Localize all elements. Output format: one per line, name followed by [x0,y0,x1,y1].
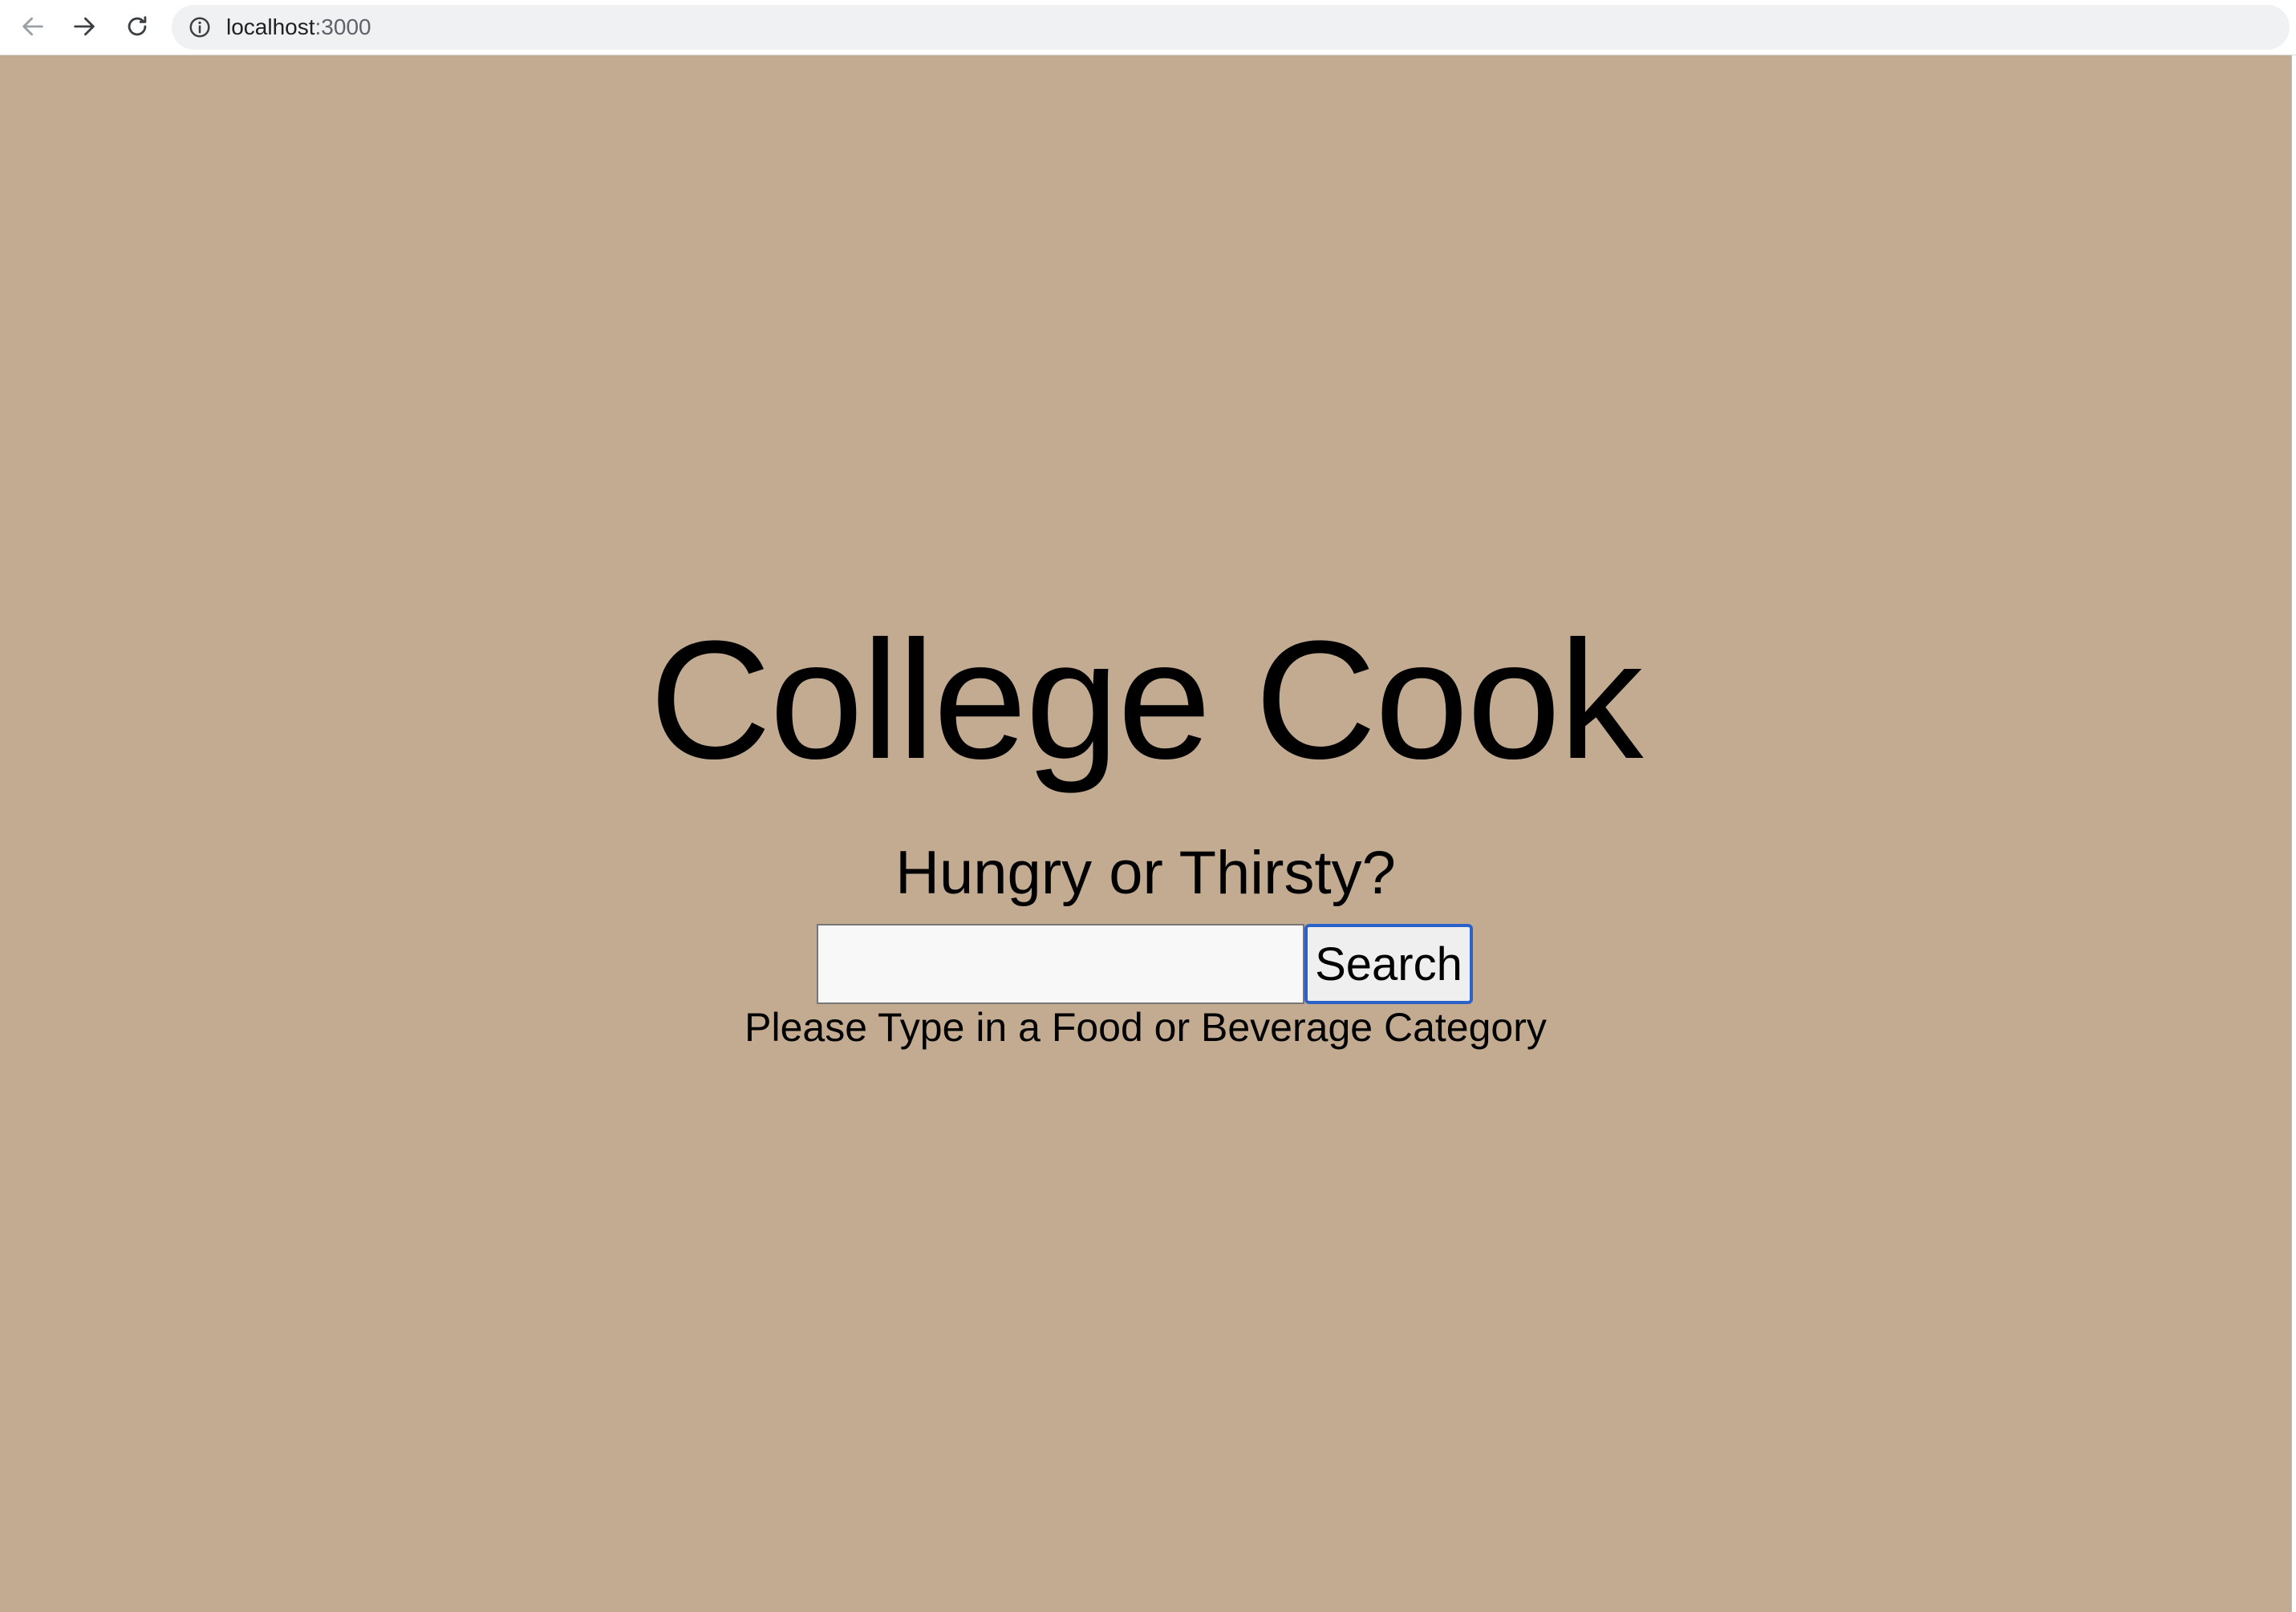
browser-toolbar: localhost:3000 [0,0,2296,55]
page-title: College Cook [649,606,1644,794]
url-port: :3000 [314,14,371,39]
url-host: localhost [226,14,315,39]
url-text: localhost:3000 [226,14,371,40]
page-content: College Cook Hungry or Thirsty? Search P… [0,55,2291,1612]
forward-button[interactable] [66,8,103,45]
page-subtitle: Hungry or Thirsty? [895,839,1396,907]
arrow-right-icon [74,17,95,36]
arrow-left-icon [22,17,43,36]
window-edge [2291,55,2296,1612]
search-input[interactable] [817,924,1304,1004]
address-bar[interactable]: localhost:3000 [172,5,2290,50]
reload-button[interactable] [119,8,156,45]
search-hint: Please Type in a Food or Beverage Catego… [744,1005,1547,1050]
info-icon[interactable] [188,15,212,39]
search-form: Search [817,924,1473,1004]
reload-icon [128,16,147,36]
back-button[interactable] [14,8,51,45]
search-button[interactable]: Search [1304,924,1473,1004]
